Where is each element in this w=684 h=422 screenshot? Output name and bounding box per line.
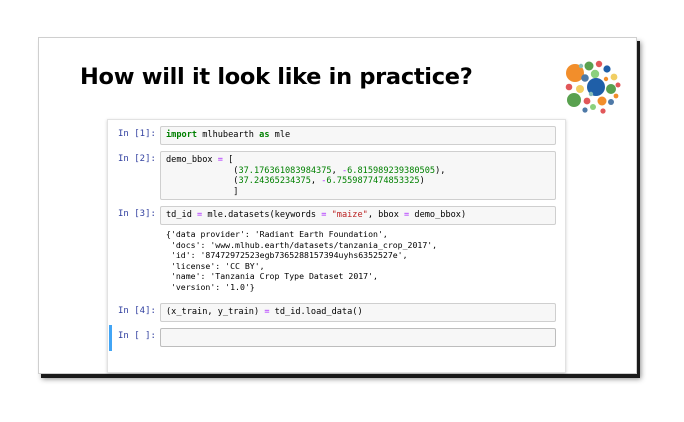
code-token: ( [166, 165, 239, 176]
code-line: td_id = mle.datasets(keywords = "maize",… [166, 210, 550, 221]
jupyter-notebook: In [1]: import mlhubearth as mle In [2]: de… [107, 119, 566, 373]
output-line: 'name': 'Tanzania Crop Type Dataset 2017… [166, 271, 378, 282]
code-token: demo_bbox) [409, 210, 467, 220]
selected-cell-indicator [109, 325, 112, 351]
code-token: , [331, 165, 342, 176]
code-token: ( [166, 176, 239, 187]
code-line: (x_train, y_train) = td_id.load_data() [166, 307, 550, 318]
cell-code-input[interactable]: td_id = mle.datasets(keywords = "maize",… [160, 206, 556, 225]
cell-prompt: In [ ]: [118, 331, 156, 341]
code-token: td_id.load_data() [269, 307, 363, 317]
code-token: mlhubearth [197, 130, 260, 140]
code-token: 37.176361083984375 [238, 165, 332, 176]
code-token: td_id [166, 210, 198, 220]
code-token: , bbox [367, 210, 405, 220]
code-token: 6.815989239380505 [347, 165, 436, 176]
code-token: ), [435, 165, 446, 176]
code-token: 6.7559877474853325 [326, 176, 420, 187]
code-line: ] [166, 187, 550, 198]
slide: How will it look like in practice? In [1… [38, 37, 637, 374]
code-token: import [166, 130, 198, 140]
cell-output: {'data provider': 'Radiant Earth Foundat… [166, 229, 437, 293]
code-token: mle [269, 130, 291, 140]
code-line: import mlhubearth as mle [166, 130, 550, 141]
code-token: (x_train, y_train) [166, 307, 265, 317]
code-token: ] [166, 186, 239, 197]
slide-title: How will it look like in practice? [80, 64, 473, 90]
code-line: (37.176361083984375, -6.815989239380505)… [166, 166, 550, 177]
cell-prompt: In [3]: [118, 209, 156, 219]
code-token: mle.datasets(keywords [202, 210, 322, 220]
output-line: {'data provider': 'Radiant Earth Foundat… [166, 229, 388, 239]
cell-code-input[interactable]: (x_train, y_train) = td_id.load_data() [160, 303, 556, 322]
output-line: 'docs': 'www.mlhub.earth/datasets/tanzan… [166, 239, 438, 250]
output-line: 'license': 'CC BY', [166, 260, 265, 271]
code-token: ) [419, 176, 425, 187]
cell-prompt: In [1]: [118, 129, 156, 139]
code-token: "maize" [331, 210, 368, 220]
code-line: (37.24365234375, -6.7559877474853325) [166, 176, 550, 187]
cell-code-input[interactable] [160, 328, 556, 347]
cell-prompt: In [4]: [118, 306, 156, 316]
cell-prompt: In [2]: [118, 154, 156, 164]
code-token: as [259, 130, 270, 140]
cell-code-input[interactable]: demo_bbox = [ (37.176361083984375, -6.81… [160, 151, 556, 200]
code-token: [ [222, 155, 234, 165]
colorful-dots-logo-icon [565, 60, 621, 114]
output-line: 'id': '87472972523egb7365288157394uyhs63… [166, 250, 408, 261]
cell-code-input[interactable]: import mlhubearth as mle [160, 126, 556, 145]
code-line: demo_bbox = [ [166, 155, 550, 166]
output-line: 'version': '1.0'} [166, 281, 255, 292]
code-token: demo_bbox [166, 155, 218, 165]
code-token: , [310, 176, 322, 187]
code-token: 37.24365234375 [238, 176, 311, 187]
